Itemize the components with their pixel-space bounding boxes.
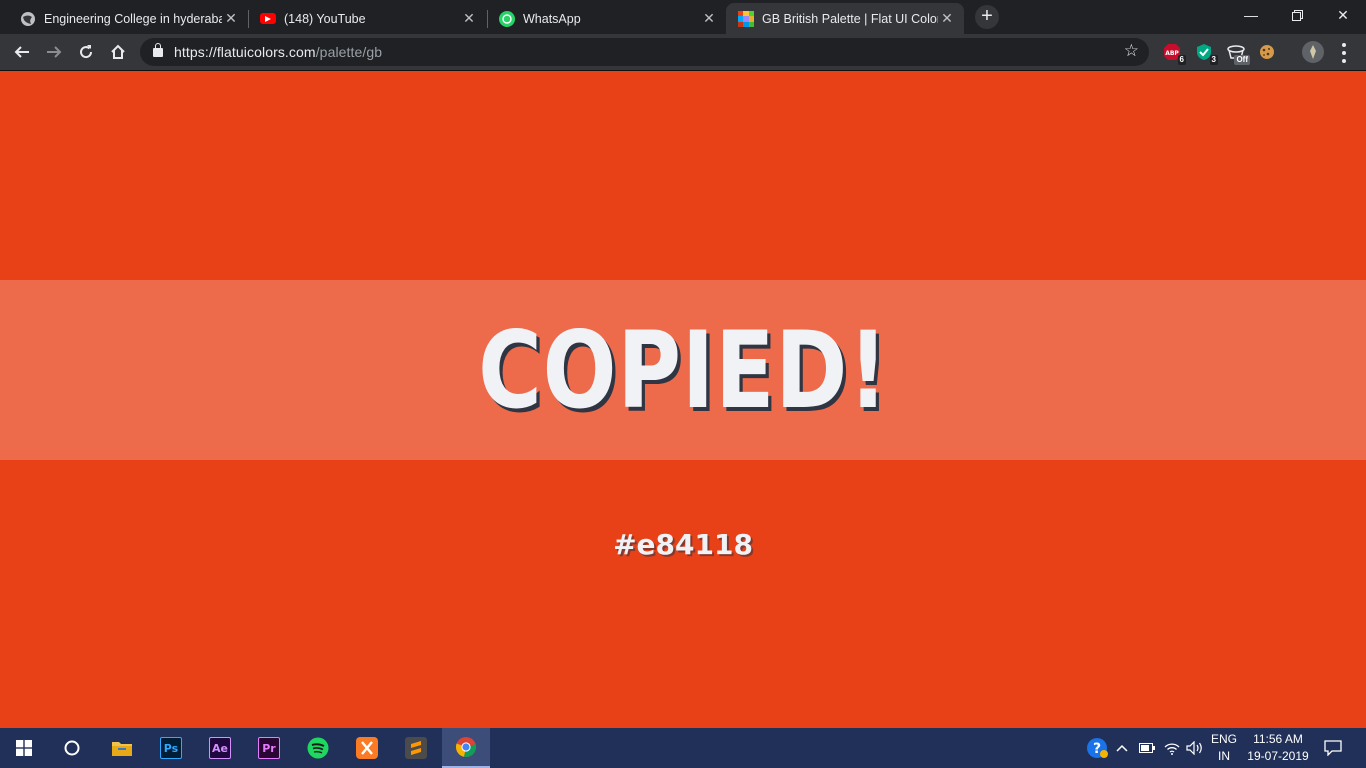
svg-text:?: ? bbox=[1093, 741, 1101, 757]
wifi-icon[interactable] bbox=[1160, 728, 1184, 768]
tab-title: Engineering College in hyderabad bbox=[44, 11, 222, 26]
browser-tab-strip: Engineering College in hyderabad ✕ (148)… bbox=[0, 0, 1366, 34]
tab-whatsapp[interactable]: WhatsApp ✕ bbox=[487, 3, 726, 34]
globe-icon bbox=[20, 11, 36, 27]
url-text: https://flatuicolors.com/palette/gb bbox=[174, 44, 382, 60]
premiere-pro-label: Pr bbox=[258, 737, 280, 759]
battery-icon[interactable] bbox=[1136, 728, 1158, 768]
help-icon[interactable]: ? bbox=[1084, 728, 1110, 768]
clock-time: 11:56 AM bbox=[1253, 732, 1303, 746]
home-icon[interactable] bbox=[104, 38, 132, 66]
copied-color-hex: #e84118 bbox=[613, 528, 753, 561]
close-window-icon[interactable]: ✕ bbox=[1320, 0, 1366, 30]
abp-icon[interactable]: ABP 6 bbox=[1162, 42, 1186, 65]
profile-avatar-icon[interactable] bbox=[1302, 41, 1324, 63]
close-tab-icon[interactable]: ✕ bbox=[938, 10, 956, 27]
spotify-icon[interactable] bbox=[294, 728, 342, 768]
shield-check-icon[interactable]: 3 bbox=[1194, 42, 1218, 65]
palette-color-page[interactable]: COPIED! #e84118 bbox=[0, 71, 1366, 728]
input-language-indicator[interactable]: ENG IN bbox=[1206, 731, 1242, 765]
tab-youtube[interactable]: (148) YouTube ✕ bbox=[248, 3, 486, 34]
bookmark-star-icon[interactable]: ☆ bbox=[1124, 41, 1139, 61]
copied-message: COPIED! bbox=[477, 308, 889, 432]
photoshop-icon[interactable]: Ps bbox=[147, 728, 195, 768]
close-tab-icon[interactable]: ✕ bbox=[222, 10, 240, 27]
browser-toolbar: https://flatuicolors.com/palette/gb ☆ AB… bbox=[0, 34, 1366, 71]
volume-icon[interactable] bbox=[1184, 728, 1206, 768]
whatsapp-icon bbox=[499, 10, 515, 27]
language-label: ENG bbox=[1210, 732, 1237, 746]
chrome-icon[interactable] bbox=[442, 728, 490, 768]
file-explorer-icon[interactable] bbox=[98, 728, 146, 768]
tab-title: GB British Palette | Flat UI Colors bbox=[762, 11, 938, 26]
minimize-icon[interactable]: — bbox=[1228, 0, 1274, 30]
copied-banner: COPIED! bbox=[0, 280, 1366, 460]
address-bar[interactable]: https://flatuicolors.com/palette/gb ☆ bbox=[140, 38, 1149, 66]
after-effects-label: Ae bbox=[209, 737, 231, 759]
extension-badge: 3 bbox=[1209, 55, 1218, 65]
url-host: https://flatuicolors.com bbox=[174, 44, 316, 60]
back-icon[interactable] bbox=[8, 38, 36, 66]
cortana-search-icon[interactable] bbox=[48, 728, 96, 768]
restore-icon[interactable] bbox=[1274, 0, 1320, 30]
cookie-icon[interactable] bbox=[1257, 42, 1277, 62]
chevron-up-icon[interactable] bbox=[1113, 728, 1131, 768]
after-effects-icon[interactable]: Ae bbox=[196, 728, 244, 768]
youtube-icon bbox=[260, 13, 276, 24]
flatuicolors-icon bbox=[738, 10, 754, 27]
forward-icon[interactable] bbox=[40, 38, 68, 66]
region-label: IN bbox=[1218, 749, 1230, 763]
clock-date: 19-07-2019 bbox=[1247, 749, 1309, 763]
tab-title: WhatsApp bbox=[523, 11, 581, 26]
url-path: /palette/gb bbox=[315, 44, 383, 60]
extension-badge: 6 bbox=[1177, 55, 1186, 65]
tab-british-palette[interactable]: GB British Palette | Flat UI Colors ✕ bbox=[726, 3, 964, 34]
reload-icon[interactable] bbox=[72, 38, 100, 66]
xampp-icon[interactable] bbox=[343, 728, 391, 768]
windows-start-icon[interactable] bbox=[0, 728, 48, 768]
lock-icon[interactable] bbox=[153, 42, 163, 57]
photoshop-label: Ps bbox=[160, 737, 182, 759]
cup-off-icon[interactable]: Off bbox=[1226, 42, 1250, 65]
tab-title: (148) YouTube bbox=[284, 11, 366, 26]
sublime-text-icon[interactable] bbox=[392, 728, 440, 768]
notifications-icon[interactable] bbox=[1318, 728, 1348, 768]
windows-taskbar: Ps Ae Pr ? ENG IN 11:56 AM 19-07-2019 bbox=[0, 728, 1366, 768]
tab-engineering-college[interactable]: Engineering College in hyderabad ✕ bbox=[8, 3, 248, 34]
extension-badge: Off bbox=[1234, 55, 1250, 65]
premiere-pro-icon[interactable]: Pr bbox=[245, 728, 293, 768]
close-tab-icon[interactable]: ✕ bbox=[700, 10, 718, 27]
system-clock[interactable]: 11:56 AM 19-07-2019 bbox=[1238, 731, 1318, 765]
new-tab-button[interactable]: + bbox=[975, 5, 999, 29]
close-tab-icon[interactable]: ✕ bbox=[460, 10, 478, 27]
chrome-menu-icon[interactable] bbox=[1336, 43, 1352, 63]
